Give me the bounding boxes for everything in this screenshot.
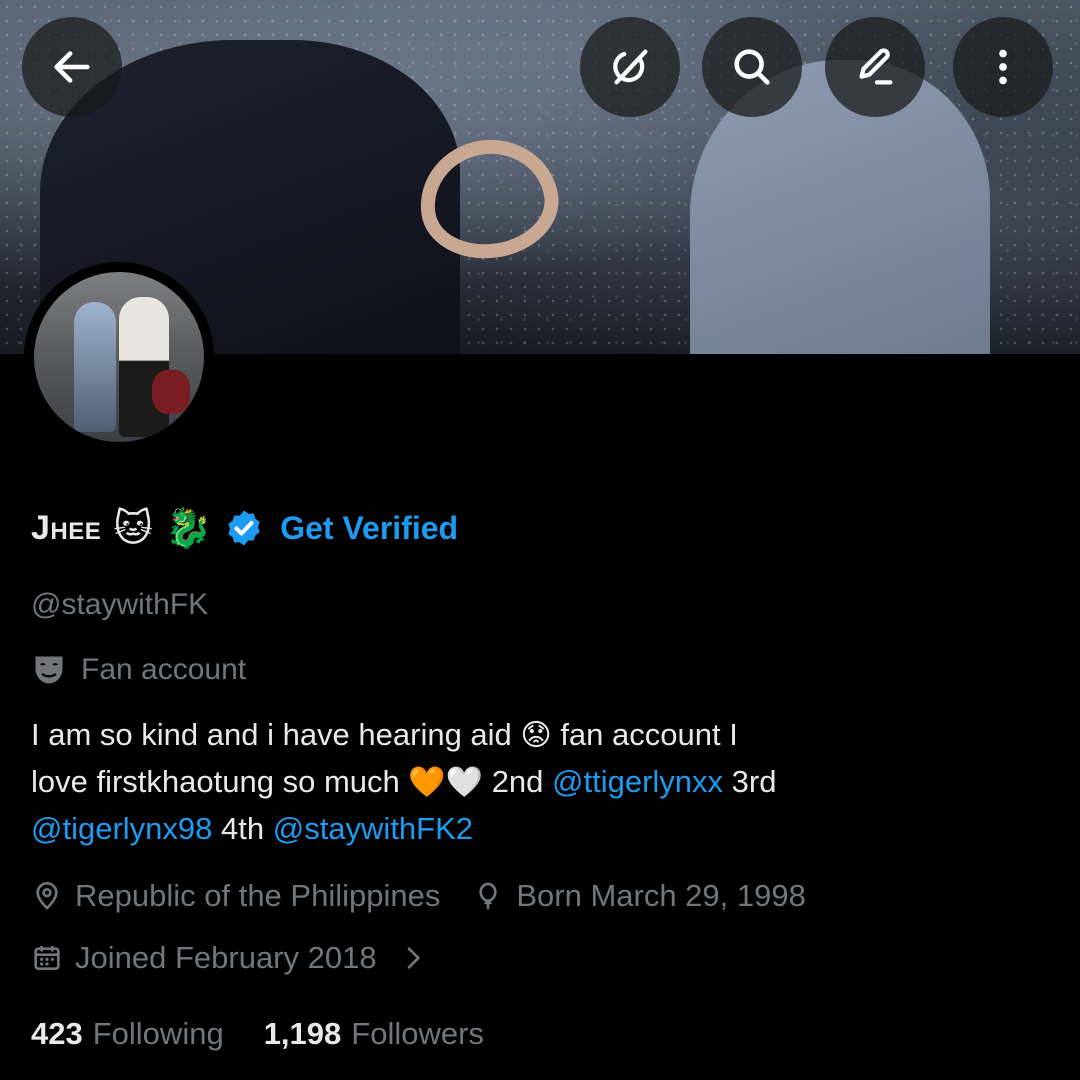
mention-link[interactable]: @staywithFK2 (273, 811, 473, 846)
following-label: Following (92, 1016, 224, 1051)
avatar-person-right (119, 297, 169, 437)
following-link[interactable]: 423 Following (31, 1016, 224, 1052)
grok-icon (613, 49, 648, 85)
joined-row[interactable]: Joined February 2018 (31, 940, 461, 976)
bio-text: 2nd (483, 764, 553, 799)
bio-text: 3rd (723, 764, 777, 799)
location-pin-icon (36, 882, 58, 910)
category-label: Fan account (81, 653, 247, 686)
location-text: Republic of the Philippines (75, 878, 441, 913)
location-item: Republic of the Philippines (31, 878, 440, 914)
user-handle: @staywithFK (31, 588, 209, 621)
profile-meta-row: Republic of the Philippines Born March 2… (31, 878, 838, 914)
avatar-bouquet (152, 370, 190, 414)
get-verified-link[interactable]: Get Verified (280, 510, 458, 547)
search-icon (734, 49, 770, 85)
back-button[interactable] (22, 17, 122, 117)
dragon-emoji: 🐉 (164, 506, 213, 550)
followers-link[interactable]: 1,198 Followers (264, 1016, 484, 1052)
following-count: 423 (31, 1016, 83, 1051)
mention-link[interactable]: @ttigerlynxx (552, 764, 723, 799)
display-name: Jhee (31, 508, 102, 547)
search-button[interactable] (702, 17, 802, 117)
joined-item[interactable]: Joined February 2018 (31, 940, 429, 976)
name-row: Jhee 🐱 🐉 Get Verified (31, 500, 458, 556)
grok-button[interactable] (580, 17, 680, 117)
followers-label: Followers (351, 1016, 484, 1051)
account-category: Fan account (31, 652, 246, 688)
mask-icon (35, 656, 63, 684)
bio-text: I am so kind and i have hearing aid (31, 717, 521, 752)
profile-bio: I am so kind and i have hearing aid 😟 fa… (31, 712, 1041, 852)
follow-stats: 423 Following 1,198 Followers (31, 1016, 484, 1052)
edit-icon (859, 48, 893, 85)
bio-text: fan account I (551, 717, 738, 752)
hearts-emoji: 🧡🤍 (408, 765, 484, 800)
bio-text: 4th (212, 811, 273, 846)
bio-text: love firstkhaotung so much (31, 764, 409, 799)
avatar-person-left (74, 302, 116, 432)
profile-avatar[interactable] (24, 262, 214, 452)
birthday-text: Born March 29, 1998 (516, 878, 806, 913)
joined-text: Joined February 2018 (75, 940, 377, 975)
mention-link[interactable]: @tigerlynx98 (31, 811, 212, 846)
worried-face-emoji: 😟 (520, 718, 552, 753)
followers-count: 1,198 (263, 1016, 342, 1051)
arrow-left-icon (54, 51, 90, 83)
cat-emoji: 🐱 (113, 506, 153, 550)
birthday-item: Born March 29, 1998 (472, 878, 806, 914)
balloon-icon (479, 882, 498, 910)
verified-badge-icon[interactable] (224, 508, 264, 548)
more-options-button[interactable] (953, 17, 1053, 117)
avatar-photo (34, 272, 204, 442)
chevron-right-icon (407, 947, 420, 969)
edit-button[interactable] (825, 17, 925, 117)
more-vertical-icon (999, 49, 1007, 85)
calendar-icon (34, 946, 60, 970)
